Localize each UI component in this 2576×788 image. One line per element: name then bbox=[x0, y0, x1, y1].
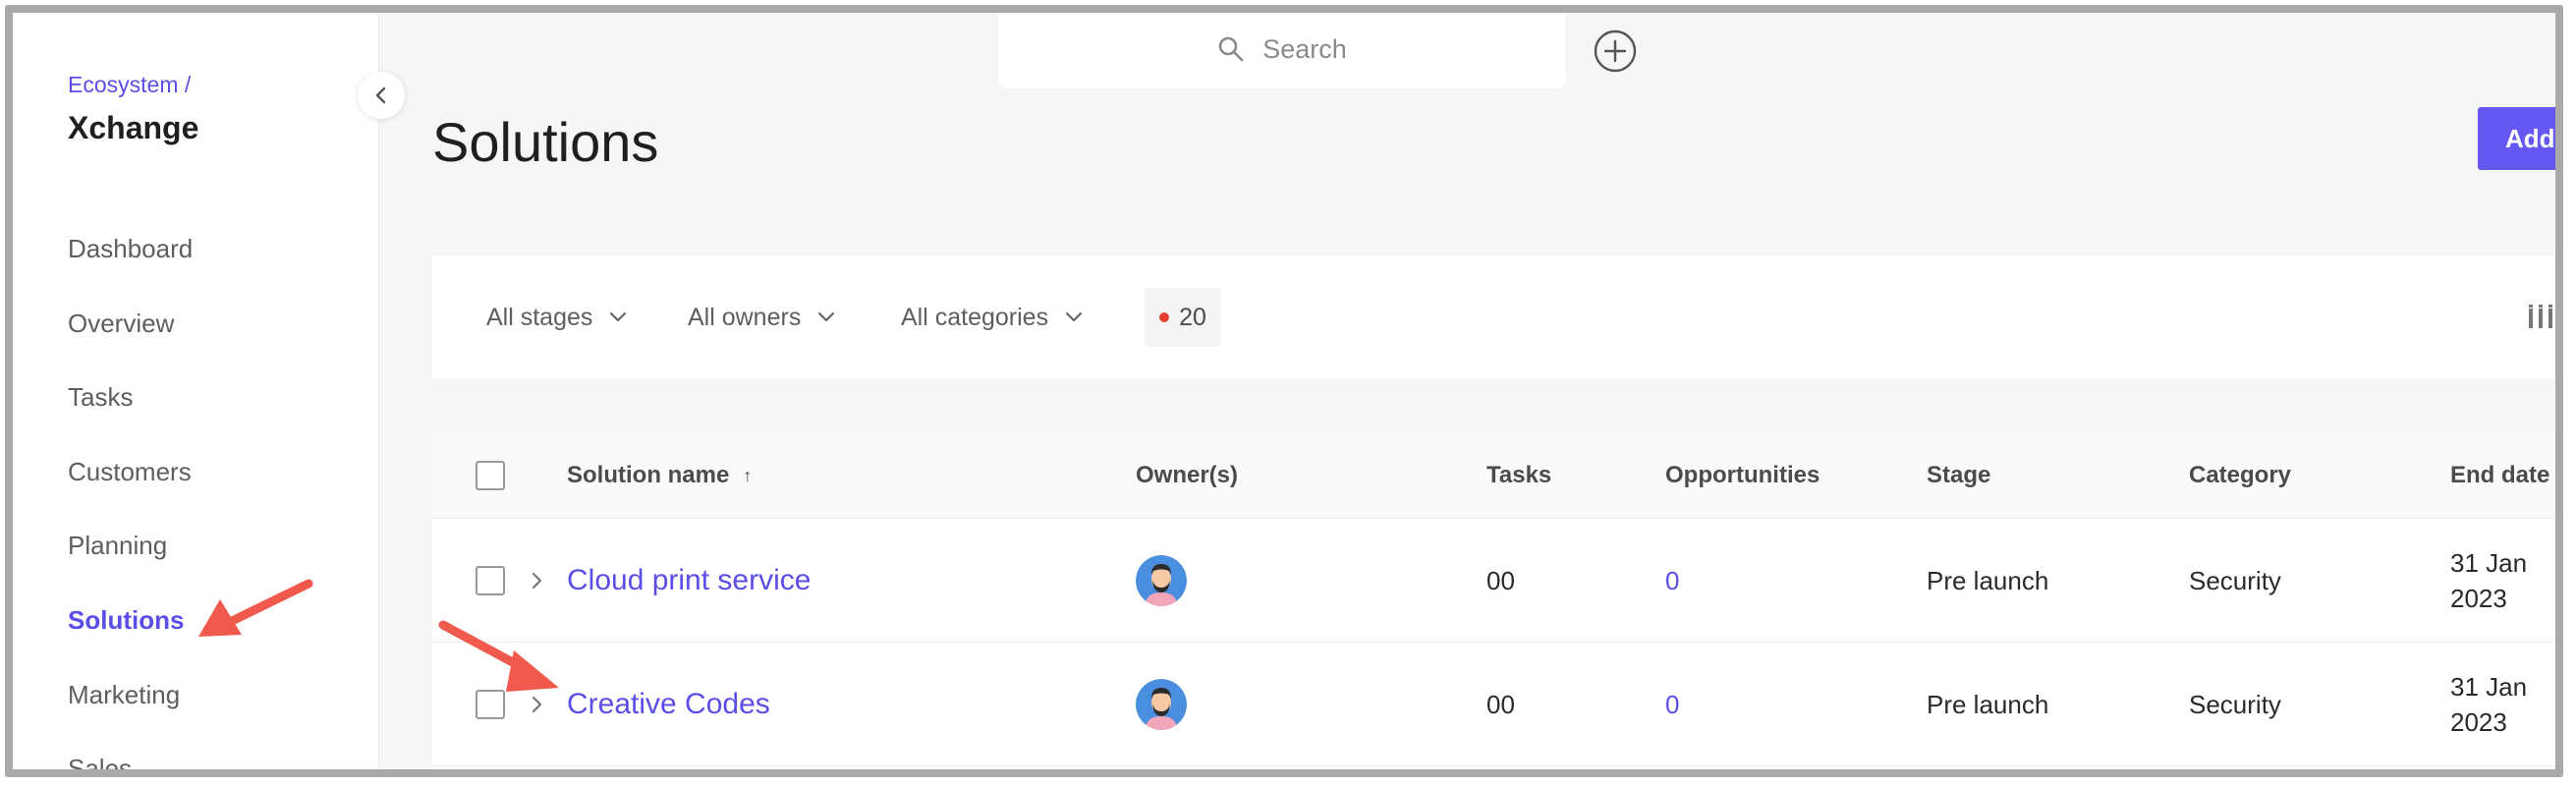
end-date-day: 31 Jan bbox=[2450, 672, 2528, 702]
chevron-down-icon bbox=[610, 311, 627, 322]
tasks-count: 00 bbox=[1486, 689, 1515, 719]
end-date-year: 2023 bbox=[2450, 584, 2507, 613]
table-row[interactable]: Creative Codes 00 0 Pre launch Security … bbox=[432, 643, 2558, 766]
owner-avatar-cell bbox=[1136, 519, 1187, 643]
solution-name-link[interactable]: Creative Codes bbox=[567, 643, 770, 766]
column-header-name-label: Solution name bbox=[567, 462, 730, 488]
breadcrumb[interactable]: Ecosystem / bbox=[68, 72, 191, 98]
add-circle-icon[interactable] bbox=[1593, 28, 1638, 74]
stage-filter[interactable]: All stages bbox=[486, 255, 628, 379]
annotation-arrow-icon bbox=[438, 620, 559, 692]
table-row[interactable]: Cloud print service 00 0 Pre launch Secu… bbox=[432, 519, 2558, 643]
sidebar-nav: Dashboard Overview Tasks Customers Plann… bbox=[68, 236, 193, 772]
solution-name-link[interactable]: Cloud print service bbox=[567, 519, 811, 643]
search-placeholder[interactable]: Search bbox=[1262, 34, 1347, 65]
row-checkbox[interactable] bbox=[476, 566, 505, 595]
collapse-sidebar-button[interactable] bbox=[358, 72, 405, 119]
sidebar-item-solutions[interactable]: Solutions bbox=[68, 607, 193, 682]
status-dot-icon bbox=[1159, 312, 1170, 322]
result-count-badge[interactable]: 20 bbox=[1145, 288, 1221, 347]
search-icon bbox=[1218, 36, 1244, 62]
search-bar[interactable]: Search bbox=[998, 10, 1566, 88]
filter-bar: All stages All owners All categories 20 bbox=[432, 255, 2558, 379]
tasks-count: 00 bbox=[1486, 565, 1515, 595]
page-title: Solutions bbox=[432, 111, 659, 173]
sidebar-item-planning[interactable]: Planning bbox=[68, 533, 193, 607]
sidebar-item-overview[interactable]: Overview bbox=[68, 310, 193, 385]
column-header-name[interactable]: Solution name ↑ bbox=[567, 432, 752, 519]
stage-filter-label: All stages bbox=[486, 303, 593, 331]
stage-value: Pre launch bbox=[1927, 689, 2049, 719]
category-filter[interactable]: All categories bbox=[901, 255, 1084, 379]
sidebar: Ecosystem / Xchange Dashboard Overview T… bbox=[10, 10, 379, 772]
opportunities-link[interactable]: 0 bbox=[1665, 643, 1679, 766]
solutions-table: Solution name ↑ Owner(s) Tasks Opportuni… bbox=[432, 432, 2558, 772]
stage-value: Pre launch bbox=[1927, 565, 2049, 595]
sidebar-item-customers[interactable]: Customers bbox=[68, 459, 193, 534]
app-name: Xchange bbox=[68, 110, 199, 145]
column-header-opportunities[interactable]: Opportunities bbox=[1665, 432, 1820, 519]
avatar[interactable] bbox=[1136, 679, 1187, 730]
add-solution-button[interactable]: Add bbox=[2478, 107, 2558, 170]
chevron-left-icon bbox=[375, 86, 386, 104]
column-header-tasks[interactable]: Tasks bbox=[1486, 432, 1551, 519]
chevron-down-icon bbox=[818, 311, 835, 322]
result-count: 20 bbox=[1179, 303, 1206, 331]
sidebar-item-tasks[interactable]: Tasks bbox=[68, 384, 193, 459]
owner-filter[interactable]: All owners bbox=[688, 255, 836, 379]
avatar[interactable] bbox=[1136, 555, 1187, 606]
owner-avatar-cell bbox=[1136, 643, 1187, 766]
column-header-category[interactable]: Category bbox=[2189, 432, 2291, 519]
chevron-down-icon bbox=[1065, 311, 1083, 322]
column-header-end-date[interactable]: End date bbox=[2450, 432, 2549, 519]
end-date-value: 31 Jan 2023 bbox=[2450, 643, 2527, 766]
end-date-value: 31 Jan 2023 bbox=[2450, 519, 2527, 643]
columns-icon[interactable] bbox=[2527, 305, 2558, 330]
opportunities-link[interactable]: 0 bbox=[1665, 519, 1679, 643]
end-date-day: 31 Jan bbox=[2450, 548, 2528, 578]
category-value: Security bbox=[2189, 565, 2281, 595]
chevron-right-icon[interactable] bbox=[531, 571, 544, 591]
app-window: Ecosystem / Xchange Dashboard Overview T… bbox=[10, 10, 2558, 772]
table-header: Solution name ↑ Owner(s) Tasks Opportuni… bbox=[432, 432, 2558, 519]
sidebar-item-dashboard[interactable]: Dashboard bbox=[68, 236, 193, 310]
sort-ascending-icon: ↑ bbox=[743, 465, 753, 485]
select-all-checkbox[interactable] bbox=[476, 461, 505, 490]
category-filter-label: All categories bbox=[901, 303, 1049, 331]
annotation-arrow-icon bbox=[198, 579, 313, 637]
sidebar-item-marketing[interactable]: Marketing bbox=[68, 682, 193, 757]
column-header-owners[interactable]: Owner(s) bbox=[1136, 432, 1238, 519]
category-value: Security bbox=[2189, 689, 2281, 719]
sidebar-item-sales[interactable]: Sales bbox=[68, 756, 193, 772]
end-date-year: 2023 bbox=[2450, 707, 2507, 737]
owner-filter-label: All owners bbox=[688, 303, 802, 331]
column-header-stage[interactable]: Stage bbox=[1927, 432, 1990, 519]
